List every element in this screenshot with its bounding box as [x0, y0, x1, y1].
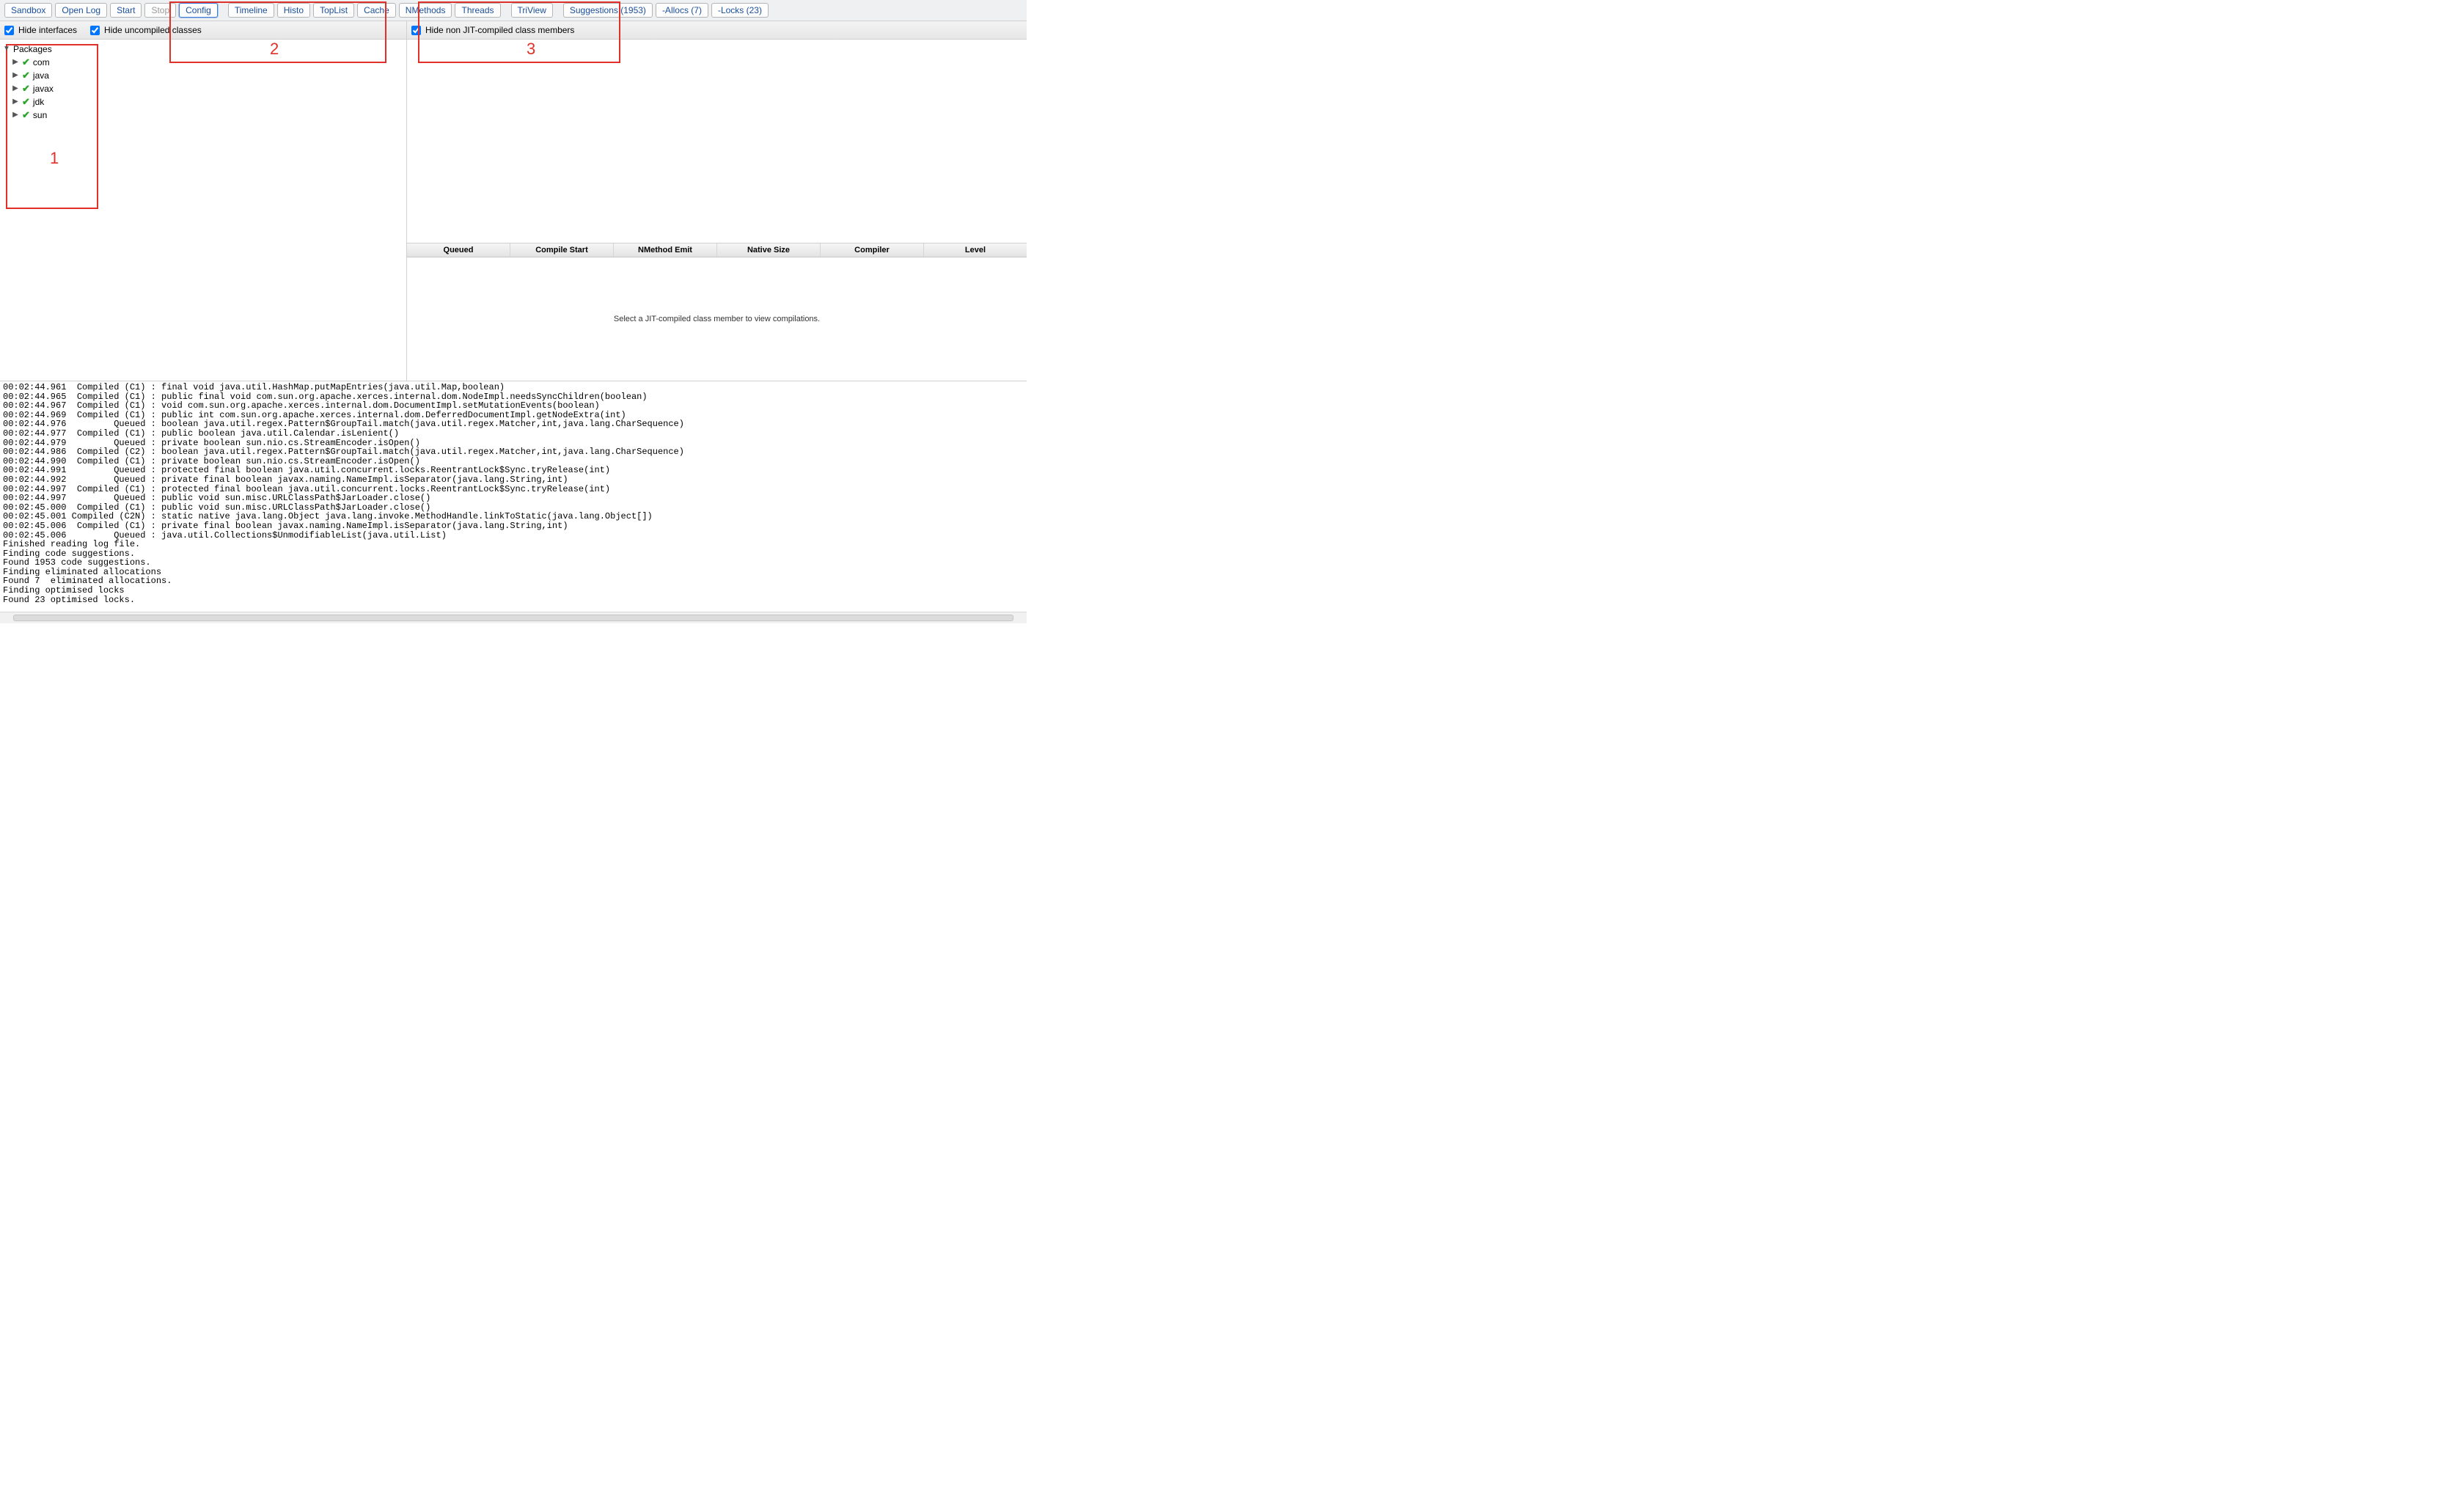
column-header[interactable]: Queued	[407, 243, 510, 257]
open-log-button[interactable]: Open Log	[55, 3, 107, 18]
tree-item-label: sun	[33, 109, 47, 121]
timeline-button[interactable]: Timeline	[228, 3, 274, 18]
config-button[interactable]: Config	[179, 3, 218, 18]
left-pane: Hide interfaces Hide uncompiled classes …	[0, 21, 407, 381]
check-icon: ✔	[22, 96, 30, 108]
chevron-right-icon[interactable]	[12, 109, 19, 121]
allocs-button[interactable]: -Allocs (7)	[656, 3, 708, 18]
hide-interfaces-checkbox[interactable]: Hide interfaces	[4, 25, 77, 35]
tree-item-com[interactable]: ✔com	[1, 56, 405, 69]
tree-root[interactable]: Packages	[1, 43, 405, 56]
app-root: 1 2 3 Sandbox Open Log Start Stop Config…	[0, 0, 1027, 623]
start-button[interactable]: Start	[110, 3, 142, 18]
chevron-down-icon[interactable]	[3, 43, 10, 55]
locks-button[interactable]: -Locks (23)	[711, 3, 769, 18]
package-tree[interactable]: Packages ✔com✔java✔javax✔jdk✔sun	[0, 40, 406, 381]
cache-button[interactable]: Cache	[357, 3, 396, 18]
hide-uncompiled-label: Hide uncompiled classes	[104, 25, 202, 35]
suggestions-button[interactable]: Suggestions (1953)	[563, 3, 653, 18]
hide-non-jit-checkbox[interactable]: Hide non JIT-compiled class members	[411, 25, 574, 35]
right-filter-bar: Hide non JIT-compiled class members	[407, 21, 1027, 40]
chevron-right-icon[interactable]	[12, 70, 19, 81]
check-icon: ✔	[22, 83, 30, 95]
tree-item-sun[interactable]: ✔sun	[1, 109, 405, 122]
tree-item-jdk[interactable]: ✔jdk	[1, 95, 405, 109]
tree-item-javax[interactable]: ✔javax	[1, 82, 405, 95]
column-header[interactable]: Native Size	[717, 243, 821, 257]
nmethods-button[interactable]: NMethods	[399, 3, 452, 18]
chevron-right-icon[interactable]	[12, 83, 19, 95]
toplist-button[interactable]: TopList	[313, 3, 354, 18]
hide-interfaces-label: Hide interfaces	[18, 25, 77, 35]
threads-button[interactable]: Threads	[455, 3, 500, 18]
tree-item-java[interactable]: ✔java	[1, 69, 405, 82]
check-icon: ✔	[22, 70, 30, 81]
stop-button: Stop	[144, 3, 176, 18]
hide-uncompiled-checkbox[interactable]: Hide uncompiled classes	[90, 25, 202, 35]
check-icon: ✔	[22, 56, 30, 68]
empty-message: Select a JIT-compiled class member to vi…	[614, 315, 820, 323]
middle-split: Hide interfaces Hide uncompiled classes …	[0, 21, 1027, 381]
log-text[interactable]: 00:02:44.961 Compiled (C1) : final void …	[0, 381, 1027, 612]
toolbar: Sandbox Open Log Start Stop Config Timel…	[0, 0, 1027, 21]
compilations-table-header: QueuedCompile StartNMethod EmitNative Si…	[407, 243, 1027, 257]
tree-item-label: javax	[33, 83, 54, 95]
chevron-right-icon[interactable]	[12, 56, 19, 68]
log-panel: 00:02:44.961 Compiled (C1) : final void …	[0, 381, 1027, 623]
tree-item-label: jdk	[33, 96, 44, 108]
tree-item-label: com	[33, 56, 50, 68]
right-pane: Hide non JIT-compiled class members Queu…	[407, 21, 1027, 381]
check-icon: ✔	[22, 109, 30, 121]
left-filter-bar: Hide interfaces Hide uncompiled classes	[0, 21, 406, 40]
histo-button[interactable]: Histo	[277, 3, 310, 18]
column-header[interactable]: Compile Start	[510, 243, 614, 257]
tree-root-label: Packages	[13, 43, 52, 55]
log-hscrollbar[interactable]	[0, 612, 1027, 623]
triview-button[interactable]: TriView	[511, 3, 553, 18]
member-list[interactable]	[407, 40, 1027, 243]
tree-item-label: java	[33, 70, 49, 81]
chevron-right-icon[interactable]	[12, 96, 19, 108]
column-header[interactable]: Level	[924, 243, 1027, 257]
compilations-table-body: Select a JIT-compiled class member to vi…	[407, 257, 1027, 381]
hide-non-jit-label: Hide non JIT-compiled class members	[425, 25, 574, 35]
column-header[interactable]: NMethod Emit	[614, 243, 717, 257]
annotation-label-3: 3	[527, 40, 535, 59]
column-header[interactable]: Compiler	[821, 243, 924, 257]
sandbox-button[interactable]: Sandbox	[4, 3, 52, 18]
